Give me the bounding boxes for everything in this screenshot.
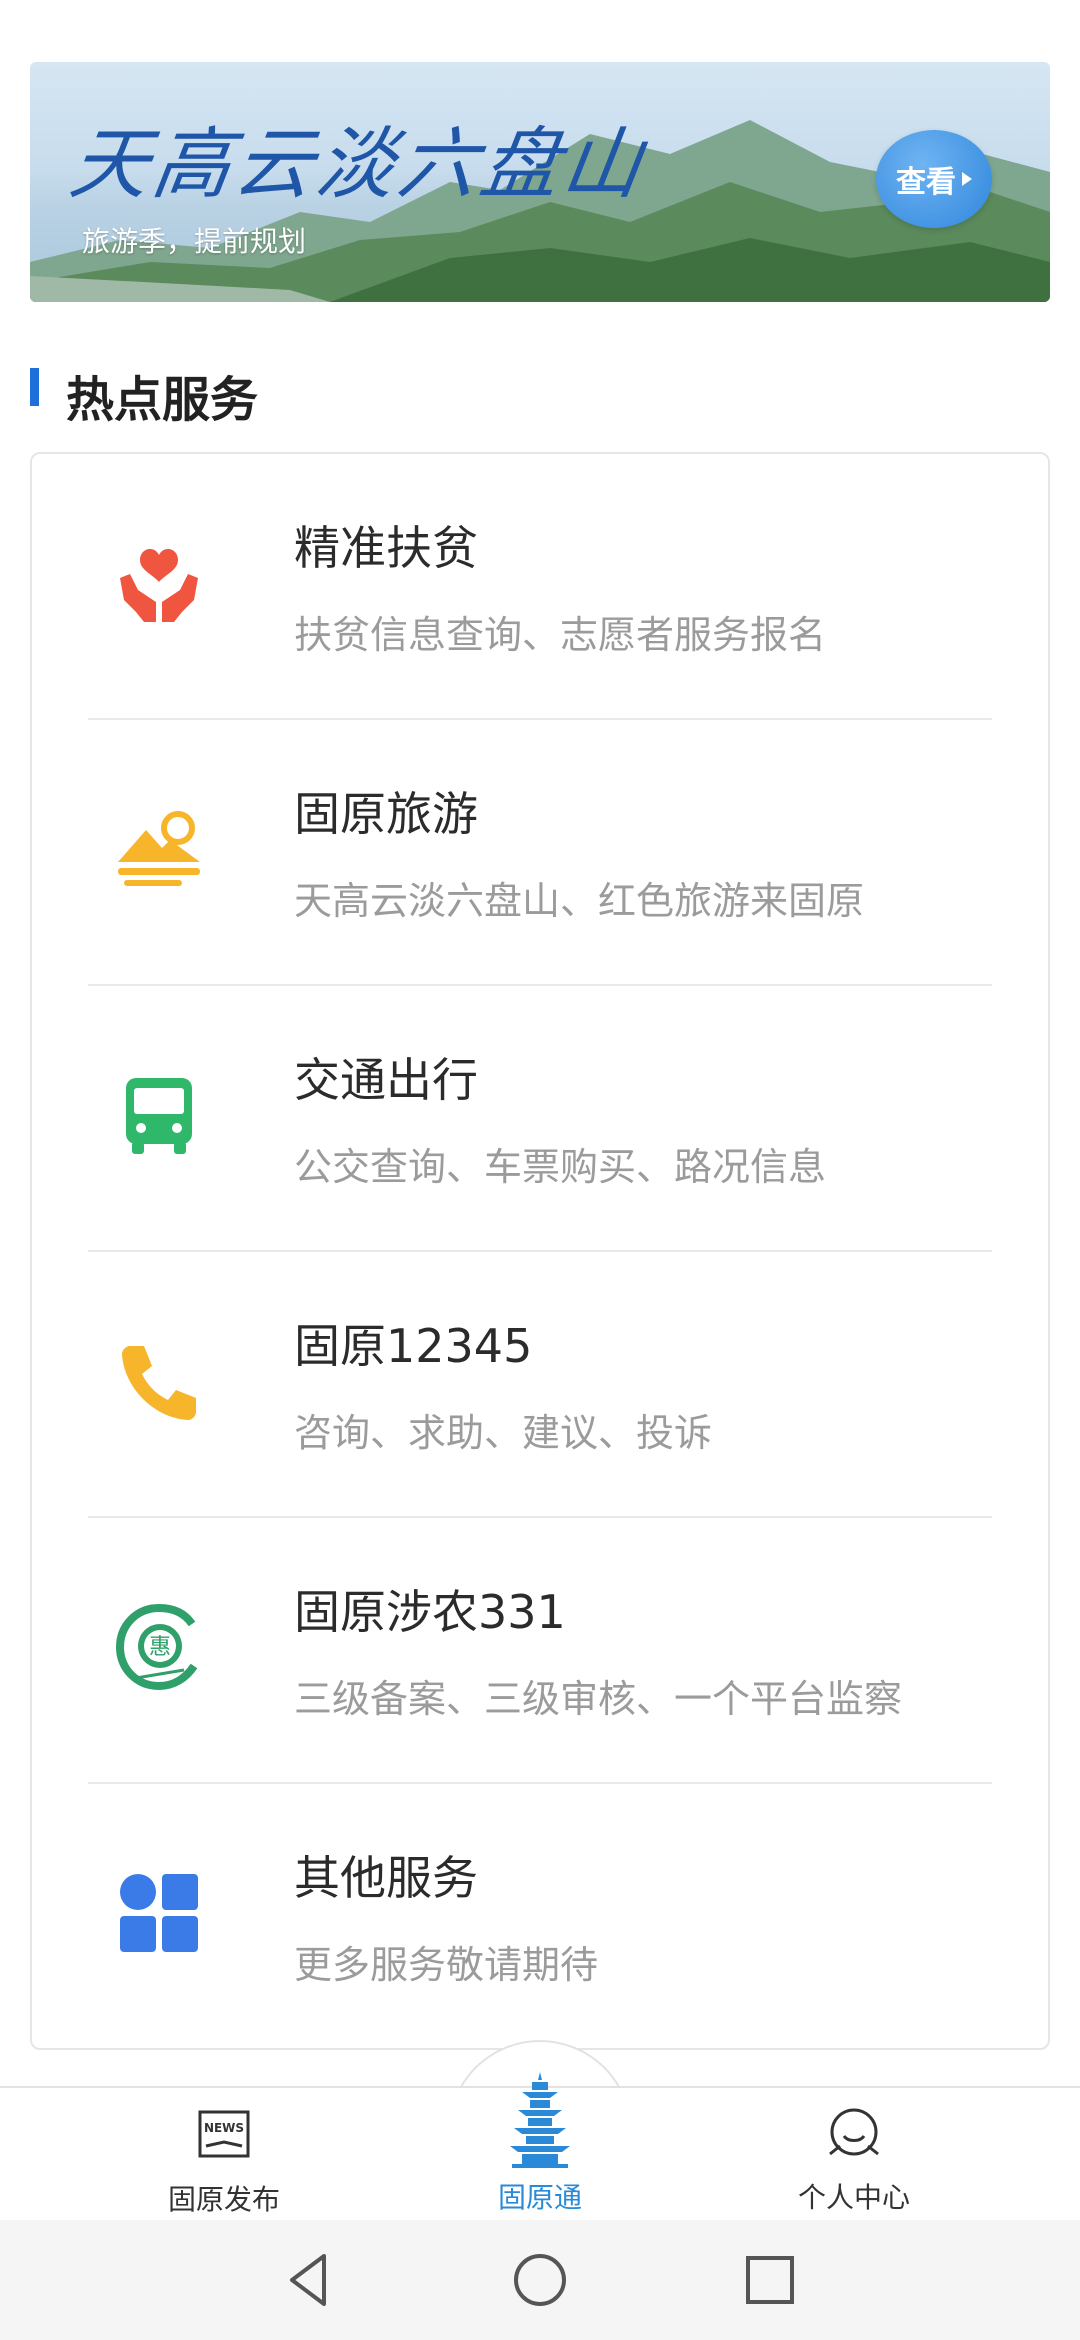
nav-label: 个人中心: [797, 2181, 910, 2214]
back-icon[interactable]: [278, 2248, 342, 2312]
service-item-hotline-12345[interactable]: 固原12345 咨询、求助、建议、投诉: [32, 1252, 1048, 1518]
service-title: 固原旅游: [294, 787, 478, 841]
service-description: 天高云淡六盘山、红色旅游来固原: [294, 879, 865, 923]
section-title: 热点服务: [66, 372, 259, 428]
view-button-label: 查看: [896, 165, 956, 200]
nav-item-news[interactable]: NEWS 固原发布: [124, 2088, 324, 2222]
nav-label: 固原通: [497, 2181, 582, 2214]
banner-title: 天高云淡六盘山: [64, 120, 652, 210]
service-title: 固原12345: [294, 1319, 533, 1373]
service-title: 交通出行: [294, 1053, 478, 1107]
home-icon[interactable]: [508, 2248, 572, 2312]
service-item-poverty-relief[interactable]: 精准扶贫 扶贫信息查询、志愿者服务报名: [32, 454, 1048, 720]
hui-emblem-text: 惠: [149, 1635, 171, 1660]
system-nav-bar: [0, 2220, 1080, 2340]
view-button[interactable]: 查看: [876, 130, 992, 228]
bus-icon: [114, 1070, 204, 1160]
service-description: 公交查询、车票购买、路况信息: [294, 1145, 827, 1189]
news-icon: NEWS: [194, 2106, 254, 2166]
service-item-tourism[interactable]: 固原旅游 天高云淡六盘山、红色旅游来固原: [32, 720, 1048, 986]
nav-item-profile[interactable]: 个人中心: [754, 2086, 954, 2220]
grid-apps-icon: [114, 1868, 204, 1958]
pagoda-icon: [500, 2070, 580, 2170]
service-title: 其他服务: [294, 1851, 478, 1905]
promo-banner[interactable]: 天高云淡六盘山 旅游季，提前规划 查看: [30, 62, 1050, 302]
news-icon-text: NEWS: [204, 2121, 244, 2135]
service-description: 咨询、求助、建议、投诉: [294, 1411, 713, 1455]
service-description: 扶贫信息查询、志愿者服务报名: [294, 613, 827, 657]
hui-emblem-icon: 惠: [114, 1602, 204, 1692]
phone-icon: [114, 1336, 204, 1426]
service-item-agriculture-331[interactable]: 惠 固原涉农331 三级备案、三级审核、一个平台监察: [32, 1518, 1048, 1784]
banner-subtitle: 旅游季，提前规划: [82, 225, 307, 258]
recents-icon[interactable]: [738, 2248, 802, 2312]
nav-item-guyuantong[interactable]: 固原通: [440, 2056, 640, 2220]
services-card: 精准扶贫 扶贫信息查询、志愿者服务报名 固原旅游 天高云淡六盘山、红色旅游来固原: [30, 452, 1050, 2050]
nav-label: 固原发布: [167, 2183, 280, 2216]
mountain-sun-icon: [114, 804, 204, 894]
service-item-transport[interactable]: 交通出行 公交查询、车票购买、路况信息: [32, 986, 1048, 1252]
hands-heart-icon: [114, 538, 204, 628]
service-title: 固原涉农331: [294, 1585, 566, 1639]
play-arrow-icon: [962, 172, 972, 186]
service-item-other[interactable]: 其他服务 更多服务敬请期待: [32, 1784, 1048, 2050]
service-description: 三级备案、三级审核、一个平台监察: [294, 1677, 903, 1721]
service-title: 精准扶贫: [294, 521, 478, 575]
service-description: 更多服务敬请期待: [294, 1943, 599, 1987]
user-face-icon: [824, 2104, 884, 2164]
section-accent-bar: [30, 368, 39, 406]
